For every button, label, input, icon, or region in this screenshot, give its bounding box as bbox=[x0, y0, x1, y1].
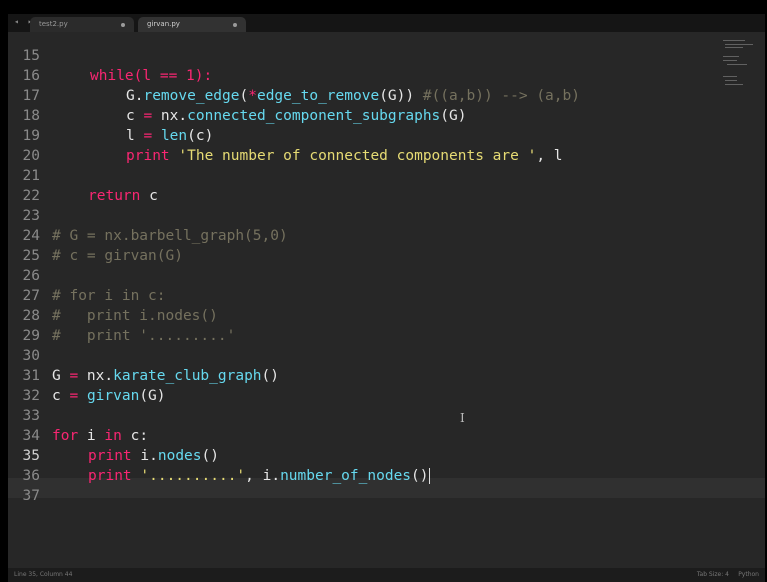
mouse-ibeam-icon: I bbox=[460, 411, 465, 425]
status-syntax[interactable]: Python bbox=[738, 568, 759, 582]
code-line: 36 bbox=[8, 446, 708, 484]
code-line: 31 c = girvan(G) bbox=[8, 346, 708, 404]
code-line: 15 while(l == 1): bbox=[8, 26, 708, 84]
code-line: 24 # c = girvan(G) bbox=[8, 206, 708, 264]
code-line: 19 print 'The number of connected compon… bbox=[8, 106, 708, 164]
code-line: 23 # G = nx.barbell_graph(5,0) bbox=[8, 186, 708, 244]
code-line: 35 print '..........', i.number_of_nodes… bbox=[8, 426, 708, 484]
code-line: 22 bbox=[8, 166, 708, 204]
code-editor[interactable]: 15 while(l == 1): 16 G.remove_edge(*edge… bbox=[8, 32, 765, 568]
code-line: 30 G = nx.karate_club_graph() bbox=[8, 326, 708, 384]
code-line: 17 c = nx.connected_component_subgraphs(… bbox=[8, 66, 708, 124]
code-line: 29 bbox=[8, 306, 708, 344]
code-line: 37 bbox=[8, 466, 708, 504]
code-line: 25 bbox=[8, 226, 708, 264]
status-bar: Line 35, Column 44 Tab Size: 4 Python bbox=[8, 568, 765, 582]
status-position: Line 35, Column 44 bbox=[14, 571, 73, 578]
code-line: 20 bbox=[8, 126, 708, 164]
code-line: 32 bbox=[8, 366, 708, 404]
code-line: 34 print i.nodes() bbox=[8, 406, 708, 464]
editor-window: ◂ ▸ test2.py girvan.py 15 while(l == 1):… bbox=[8, 14, 765, 582]
line-number: 37 bbox=[22, 488, 40, 504]
minimap[interactable] bbox=[719, 36, 759, 116]
code-line: 26 # for i in c: bbox=[8, 246, 708, 304]
code-line: 33 for i in c: bbox=[8, 386, 708, 444]
code-line: 28 # print '.........' bbox=[8, 286, 708, 344]
code-line: 16 G.remove_edge(*edge_to_remove(G)) #((… bbox=[8, 46, 708, 104]
status-tab-size[interactable]: Tab Size: 4 bbox=[697, 568, 729, 582]
code-line: 21 return c bbox=[8, 146, 708, 204]
code-line: 18 l = len(c) bbox=[8, 86, 708, 144]
code-line: 27 # print i.nodes() bbox=[8, 266, 708, 324]
